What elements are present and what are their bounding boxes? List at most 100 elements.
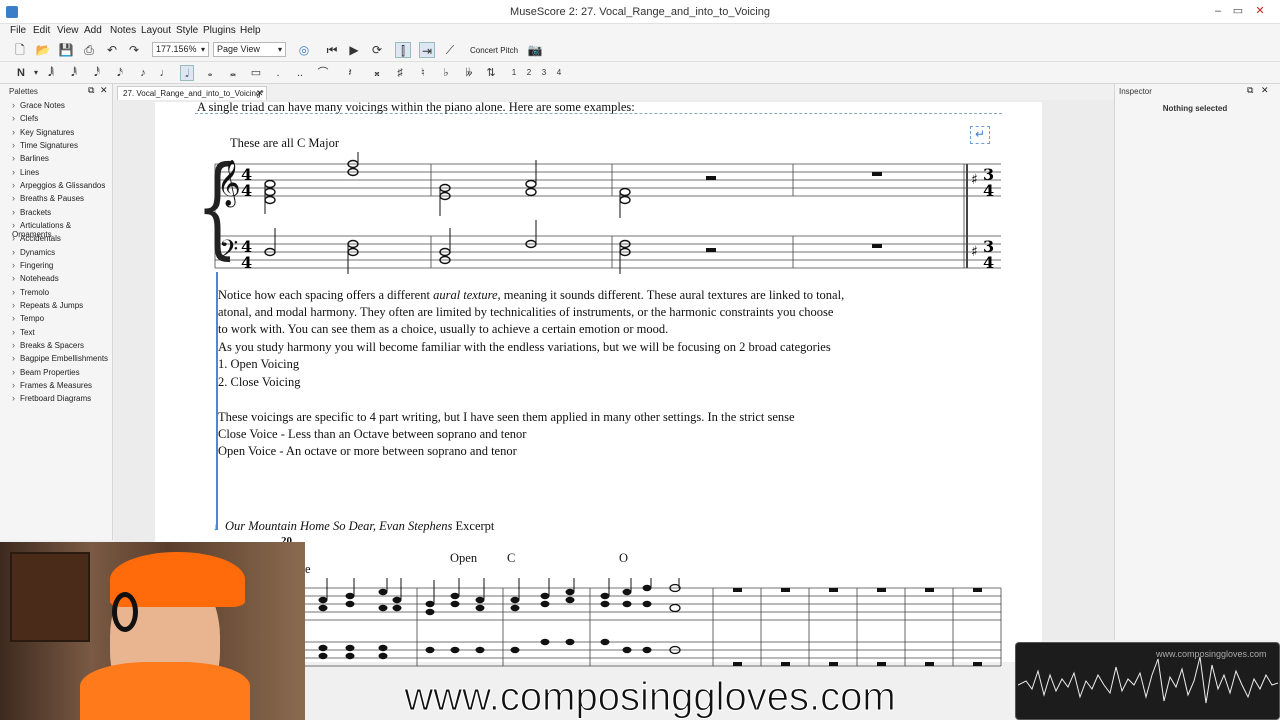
palettes-float-icon[interactable]: ⧉: [88, 85, 94, 96]
palette-time-signatures[interactable]: Time Signatures: [12, 140, 78, 150]
chord-label-o[interactable]: O: [619, 551, 628, 566]
intro-text[interactable]: A single triad can have many voicings wi…: [197, 100, 635, 115]
voice-3-button[interactable]: 3: [537, 65, 551, 81]
rewind-icon[interactable]: ⏮: [324, 42, 340, 58]
duration-64th-icon[interactable]: 𝅘𝅥𝅱: [67, 65, 81, 81]
augmentation-dot-icon[interactable]: .: [271, 65, 285, 81]
sharp-icon[interactable]: ♯: [393, 65, 407, 81]
duration-128th-icon[interactable]: 𝅘𝅥𝅲: [44, 65, 58, 81]
duration-32nd-icon[interactable]: 𝅘𝅥𝅰: [90, 65, 104, 81]
flip-direction-icon[interactable]: ⇅: [484, 65, 498, 81]
frame-anchor-icon[interactable]: ↓: [213, 522, 218, 533]
paragraph-line-1[interactable]: Notice how each spacing offers a differe…: [218, 288, 844, 303]
duration-quarter-icon[interactable]: ♩: [158, 65, 172, 81]
image-capture-icon[interactable]: 📷: [527, 42, 543, 58]
play-repeats-icon[interactable]: ⇥: [419, 42, 435, 58]
palette-key-signatures[interactable]: Key Signatures: [12, 127, 74, 137]
rest-icon[interactable]: 𝄽: [343, 65, 357, 81]
tab-close-icon[interactable]: ✕: [256, 87, 264, 100]
note-input-mode-icon[interactable]: N: [14, 65, 28, 81]
partial-staff-text[interactable]: e: [305, 562, 311, 577]
concert-pitch-button[interactable]: Concert Pitch: [470, 46, 518, 55]
note-input-mode-dropdown-icon[interactable]: ▾: [29, 65, 43, 81]
paragraph-line-9[interactable]: Open Voice - An octave or more between s…: [218, 444, 517, 459]
menu-notes[interactable]: Notes: [110, 25, 136, 36]
grand-staff-system-1[interactable]: { 𝄞 𝄢 4 4 4 4 ♯ ♯ 3 4 3 4: [195, 152, 1005, 274]
palette-frames[interactable]: Frames & Measures: [12, 380, 92, 390]
paragraph-line-4[interactable]: As you study harmony you will become fam…: [218, 340, 831, 355]
palette-fretboard[interactable]: Fretboard Diagrams: [12, 393, 91, 403]
duration-whole-icon[interactable]: 𝅝: [203, 65, 217, 81]
voice-2-button[interactable]: 2: [522, 65, 536, 81]
palette-text[interactable]: Text: [12, 327, 35, 337]
menu-style[interactable]: Style: [176, 25, 198, 36]
inspector-close-icon[interactable]: ✕: [1261, 85, 1269, 96]
tie-icon[interactable]: ⌒: [316, 65, 330, 81]
palette-arpeggios[interactable]: Arpeggios & Glissandos: [12, 180, 105, 190]
palette-lines[interactable]: Lines: [12, 167, 39, 177]
undo-icon[interactable]: ↶: [104, 42, 120, 58]
palette-clefs[interactable]: Clefs: [12, 113, 38, 123]
minimize-icon[interactable]: –: [1208, 3, 1228, 19]
palette-bagpipe[interactable]: Bagpipe Embellishments: [12, 353, 108, 363]
chord-label-open[interactable]: Open: [450, 551, 477, 566]
note-input-icon[interactable]: ◎: [296, 42, 312, 58]
voice-1-button[interactable]: 1: [507, 65, 521, 81]
redo-icon[interactable]: ↷: [126, 42, 142, 58]
menu-help[interactable]: Help: [240, 25, 261, 36]
palettes-close-icon[interactable]: ✕: [100, 85, 108, 96]
metronome-icon[interactable]: ⟋: [442, 42, 458, 58]
palette-tempo[interactable]: Tempo: [12, 313, 44, 323]
menu-file[interactable]: File: [10, 25, 26, 36]
palette-grace-notes[interactable]: Grace Notes: [12, 100, 65, 110]
close-icon[interactable]: ✕: [1250, 3, 1270, 19]
palette-breaks[interactable]: Breaks & Spacers: [12, 340, 84, 350]
menu-add[interactable]: Add: [84, 25, 102, 36]
paragraph-line-7[interactable]: These voicings are specific to 4 part wr…: [218, 410, 795, 425]
menu-layout[interactable]: Layout: [141, 25, 171, 36]
palette-barlines[interactable]: Barlines: [12, 153, 49, 163]
paragraph-line-5[interactable]: 1. Open Voicing: [218, 357, 299, 372]
double-dot-icon[interactable]: ..: [293, 65, 307, 81]
paragraph-line-3[interactable]: to work with. You can see them as a choi…: [218, 322, 668, 337]
palette-repeats[interactable]: Repeats & Jumps: [12, 300, 83, 310]
line-break-icon[interactable]: ↵: [970, 126, 990, 144]
play-icon[interactable]: ▶: [346, 42, 362, 58]
palette-accidentals[interactable]: Accidentals: [12, 233, 61, 243]
duration-eighth-icon[interactable]: ♪: [136, 65, 150, 81]
loop-in-icon[interactable]: ⫿: [395, 42, 411, 58]
grand-staff-system-2[interactable]: [305, 578, 1005, 668]
duration-longa-icon[interactable]: ▭: [249, 65, 263, 81]
palette-brackets[interactable]: Brackets: [12, 207, 51, 217]
staff-text[interactable]: These are all C Major: [230, 136, 339, 151]
duration-breve-icon[interactable]: 𝅜: [226, 65, 240, 81]
palette-noteheads[interactable]: Noteheads: [12, 273, 59, 283]
paragraph-line-8[interactable]: Close Voice - Less than an Octave betwee…: [218, 427, 526, 442]
palette-beam-properties[interactable]: Beam Properties: [12, 367, 80, 377]
palette-tremolo[interactable]: Tremolo: [12, 287, 49, 297]
paragraph-line-6[interactable]: 2. Close Voicing: [218, 375, 301, 390]
print-icon[interactable]: ⎙: [81, 42, 97, 58]
menu-plugins[interactable]: Plugins: [203, 25, 236, 36]
palette-breaths[interactable]: Breaths & Pauses: [12, 193, 84, 203]
duration-16th-icon[interactable]: 𝅘𝅥𝅯: [113, 65, 127, 81]
voice-4-button[interactable]: 4: [552, 65, 566, 81]
menu-view[interactable]: View: [57, 25, 79, 36]
paragraph-line-2[interactable]: atonal, and modal harmony. They often ar…: [218, 305, 833, 320]
duration-half-icon[interactable]: 𝅗𝅥: [180, 65, 194, 81]
loop-icon[interactable]: ⟳: [369, 42, 385, 58]
double-flat-icon[interactable]: 𝄫: [462, 65, 476, 81]
view-mode-select[interactable]: Page View: [213, 42, 286, 57]
palette-fingering[interactable]: Fingering: [12, 260, 53, 270]
score-tab[interactable]: 27. Vocal_Range_and_into_to_Voicing* ✕: [117, 86, 267, 100]
inspector-float-icon[interactable]: ⧉: [1247, 85, 1253, 96]
palette-dynamics[interactable]: Dynamics: [12, 247, 55, 257]
new-score-icon[interactable]: 🗋: [12, 42, 28, 58]
zoom-select[interactable]: 177.156%: [152, 42, 209, 57]
flat-icon[interactable]: ♭: [439, 65, 453, 81]
save-icon[interactable]: 💾: [58, 42, 74, 58]
open-file-icon[interactable]: 📂: [35, 42, 51, 58]
double-sharp-icon[interactable]: 𝄪: [370, 65, 384, 81]
chord-label-c[interactable]: C: [507, 551, 515, 566]
menu-edit[interactable]: Edit: [33, 25, 50, 36]
